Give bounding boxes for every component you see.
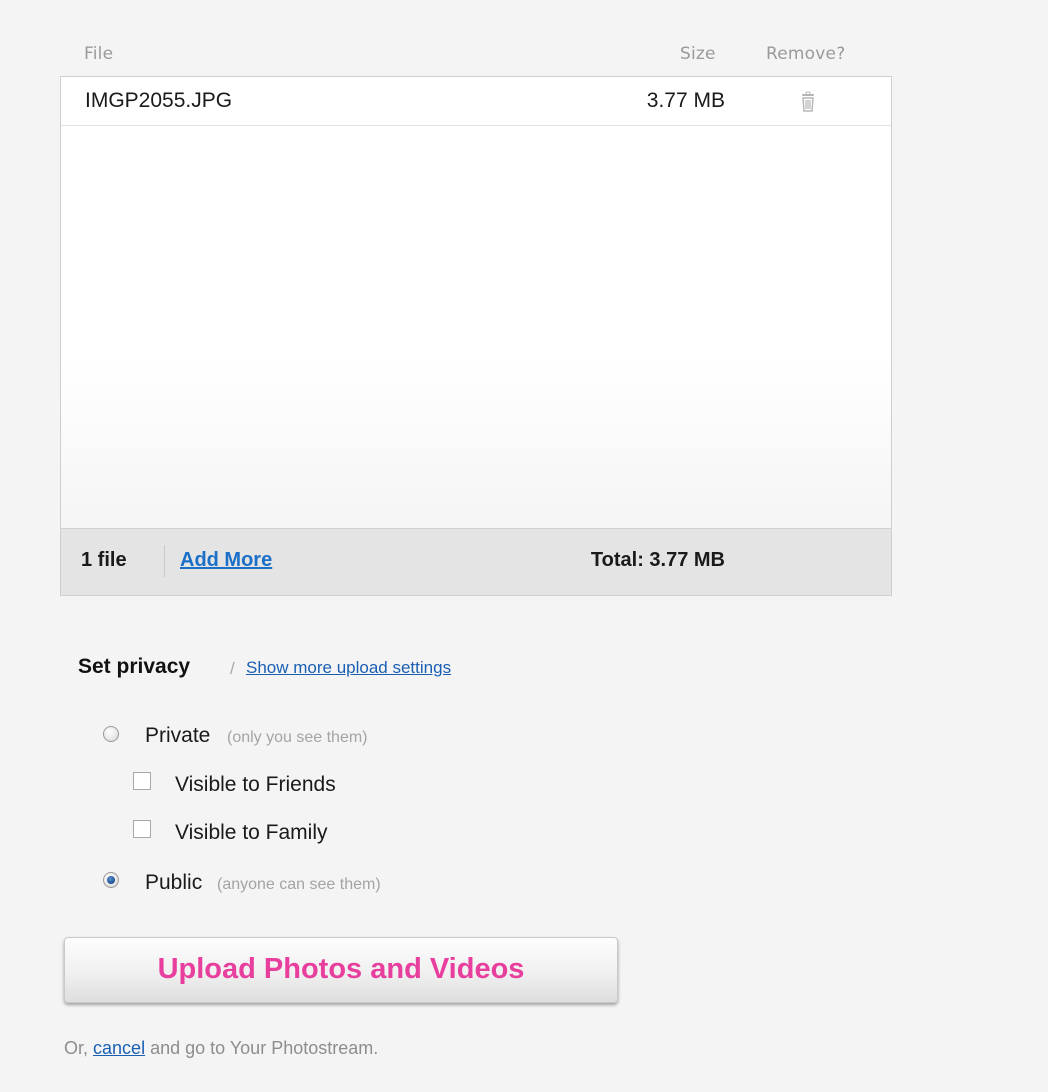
file-name: IMGP2055.JPG <box>85 89 233 112</box>
trash-icon[interactable] <box>797 91 819 113</box>
file-row: IMGP2055.JPG 3.77 MB <box>61 77 891 126</box>
file-list: IMGP2055.JPG 3.77 MB 1 file Add More Tot… <box>60 76 892 596</box>
column-header-file: File <box>84 44 114 64</box>
family-label[interactable]: Visible to Family <box>175 821 328 845</box>
cancel-link[interactable]: cancel <box>93 1038 145 1058</box>
friends-label[interactable]: Visible to Friends <box>175 773 336 797</box>
private-hint: (only you see them) <box>227 729 368 746</box>
column-header-size: Size <box>680 44 716 64</box>
show-more-settings-link[interactable]: Show more upload settings <box>246 658 451 678</box>
add-more-link[interactable]: Add More <box>180 549 272 572</box>
upload-button-label: Upload Photos and Videos <box>157 953 525 985</box>
file-size: 3.77 MB <box>646 89 725 112</box>
cancel-prefix: Or, <box>64 1038 89 1058</box>
cancel-suffix: and go to Your Photostream. <box>150 1038 379 1058</box>
private-label[interactable]: Private <box>145 724 210 748</box>
privacy-heading: Set privacy <box>78 655 191 678</box>
upload-button[interactable]: Upload Photos and Videos <box>64 937 618 1003</box>
public-label[interactable]: Public <box>145 871 202 895</box>
footer-divider <box>164 545 165 577</box>
cancel-line: Or, cancel and go to Your Photostream. <box>64 1038 378 1059</box>
file-count: 1 file <box>81 549 127 571</box>
public-radio[interactable] <box>103 872 119 888</box>
friends-checkbox[interactable] <box>133 772 151 790</box>
public-hint: (anyone can see them) <box>217 876 381 893</box>
column-header-remove: Remove? <box>766 44 846 64</box>
family-checkbox[interactable] <box>133 820 151 838</box>
file-list-footer: 1 file Add More Total: 3.77 MB <box>61 528 891 595</box>
privacy-separator: / <box>230 659 235 678</box>
total-size: Total: 3.77 MB <box>590 549 725 571</box>
private-radio[interactable] <box>103 726 119 742</box>
upload-page: File Size Remove? IMGP2055.JPG 3.77 MB 1… <box>0 0 1048 1092</box>
